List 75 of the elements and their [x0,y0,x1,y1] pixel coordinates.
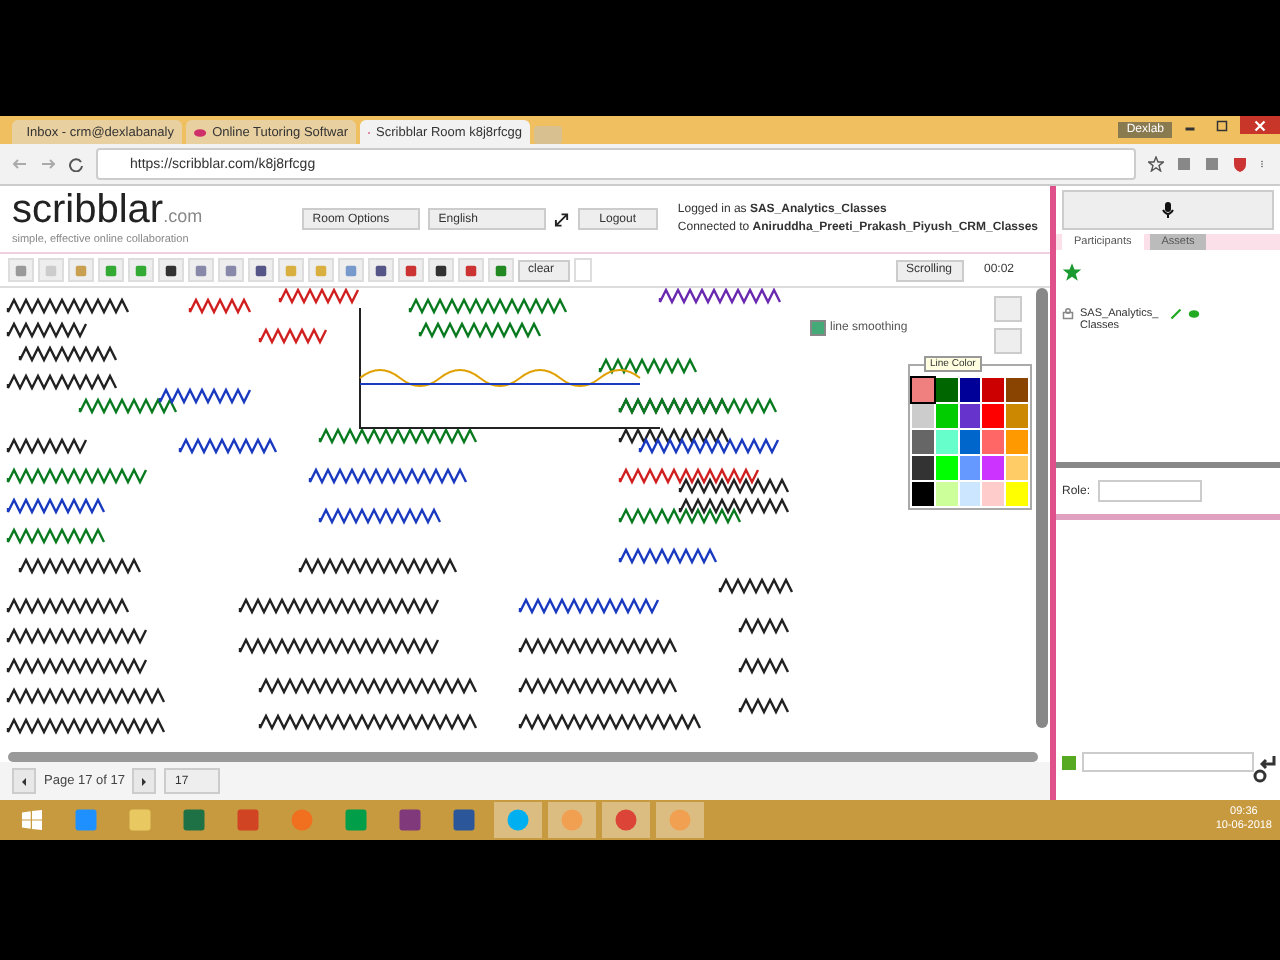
forward-arrow-icon [40,156,56,172]
color-swatch[interactable] [959,404,981,428]
checkbox[interactable] [810,320,826,336]
color-swatch[interactable] [935,482,958,506]
app-icon [614,808,638,832]
color-swatch-button[interactable] [574,258,592,282]
shield-icon [1232,156,1248,172]
app-icon [74,808,98,832]
expand-icon [554,211,570,227]
reload-icon [68,156,84,172]
color-button[interactable] [1062,755,1076,769]
color-swatch[interactable] [935,430,958,454]
app-icon [182,808,206,832]
star-icon [1148,156,1164,172]
app-icon [290,808,314,832]
app-icon [452,808,476,832]
pencil-button[interactable] [994,328,1022,354]
app-icon [506,808,530,832]
pointer-button[interactable] [994,296,1022,322]
color-swatch[interactable] [912,456,934,480]
close-icon [1254,119,1266,131]
taskbar-app[interactable] [602,802,650,838]
color-swatch[interactable] [982,378,1005,402]
color-swatch[interactable] [1006,456,1028,480]
horizontal-scrollbar[interactable] [8,752,1038,762]
color-swatch[interactable] [1006,378,1028,402]
pencil-icon [1170,308,1182,320]
color-swatch[interactable] [935,378,958,402]
send-icon [1260,754,1276,770]
flower-icon [560,808,584,832]
color-swatch[interactable] [982,430,1005,454]
vertical-scrollbar[interactable] [1036,288,1048,728]
toolbar-button[interactable] [158,258,184,282]
color-swatch[interactable] [912,482,934,506]
user-icon [1062,308,1074,320]
back-arrow-icon [12,156,28,172]
toolbar-button[interactable] [428,258,454,282]
color-swatch[interactable] [959,482,981,506]
color-swatch[interactable] [982,456,1005,480]
color-swatch[interactable] [1006,430,1028,454]
color-swatch[interactable] [935,404,958,428]
chat-icon [1188,308,1200,320]
color-swatch[interactable] [912,404,934,428]
windows-logo-icon [22,810,42,830]
chat-input[interactable] [1082,752,1254,772]
flower-icon [668,808,692,832]
logo: scribblar.com [12,192,205,234]
toolbar-button[interactable] [368,258,394,282]
color-swatch[interactable] [982,482,1005,506]
color-swatch[interactable] [959,456,981,480]
color-swatch[interactable] [1006,482,1028,506]
taskbar-app[interactable] [494,802,542,838]
settings-icon [1252,768,1268,784]
color-swatch[interactable] [982,404,1005,428]
left-triangle-icon [20,777,28,785]
previous-page-button[interactable] [12,768,36,794]
color-swatch[interactable] [912,430,934,454]
next-page-button[interactable] [132,768,157,794]
app-icon [398,808,422,832]
close-button[interactable] [1240,116,1280,134]
color-swatch[interactable] [935,456,958,480]
app-icon [344,808,368,832]
app-icon [236,808,260,832]
new-tab-button[interactable] [534,126,562,144]
maximize-icon [1216,119,1228,131]
color-swatch[interactable] [912,378,934,402]
microphone-icon [1160,202,1176,218]
toolbar-button[interactable] [248,258,274,282]
color-swatch[interactable] [959,430,981,454]
star-icon [1062,262,1082,282]
role-dropdown[interactable] [1098,480,1203,502]
color-swatch[interactable] [1006,404,1028,428]
microphone-button[interactable] [1062,190,1274,230]
folder-icon [128,808,152,832]
color-swatch[interactable] [959,378,981,402]
